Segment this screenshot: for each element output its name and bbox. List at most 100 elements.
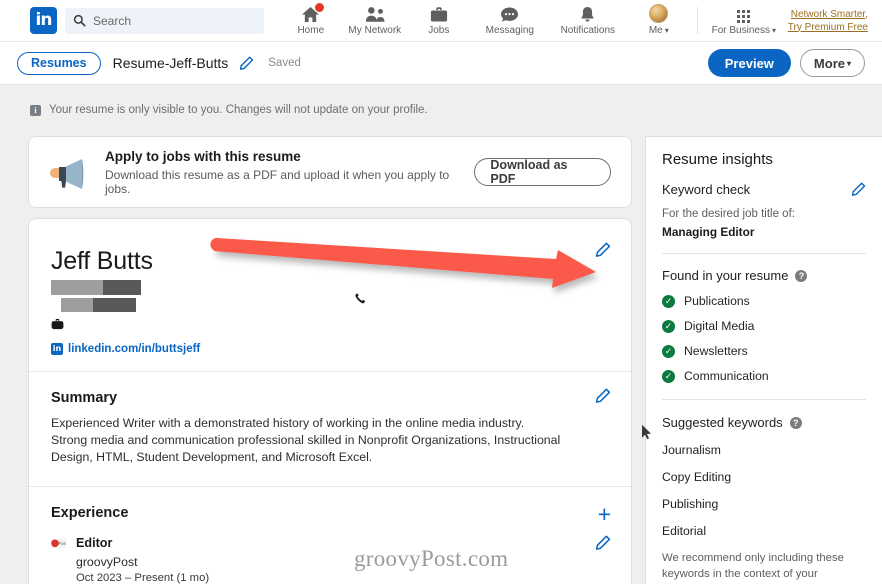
redacted-contact-line-1 <box>51 280 609 295</box>
premium-line-1: Network Smarter, <box>790 8 868 20</box>
nav-label-for-business: For Business ▾ <box>712 25 776 36</box>
experience-item-company: groovyPost <box>76 555 138 569</box>
suggested-keyword-item[interactable]: Editorial <box>662 524 866 538</box>
desired-job-title-value: Managing Editor <box>662 225 755 239</box>
keyword-check-label: Keyword check <box>662 182 751 197</box>
nav-label-me-text: Me <box>648 25 663 36</box>
groovypost-logo-icon: Post <box>51 536 68 551</box>
mouse-pointer-icon <box>641 424 652 445</box>
found-in-resume-label: Found in your resume <box>662 268 789 283</box>
suggested-keywords-note: We recommend only including these keywor… <box>662 552 844 580</box>
nav-item-me[interactable]: Me ▾ <box>627 0 691 42</box>
check-circle-icon: ✓ <box>662 344 675 358</box>
resume-contact-row <box>51 318 609 334</box>
edit-keyword-check-pencil-icon[interactable] <box>851 182 866 197</box>
nav-item-for-business[interactable]: For Business ▾ <box>704 0 784 42</box>
suggested-keyword-item[interactable]: Journalism <box>662 443 866 457</box>
save-status-label: Saved <box>268 57 301 69</box>
home-icon <box>301 2 326 23</box>
found-keyword-row: ✓ Communication <box>662 369 866 383</box>
suggested-keyword-item[interactable]: Publishing <box>662 497 866 511</box>
messaging-icon <box>500 5 519 23</box>
privacy-notice-text: Your resume is only visible to you. Chan… <box>49 104 428 116</box>
insights-divider <box>662 253 866 254</box>
nav-item-jobs[interactable]: Jobs <box>407 0 471 42</box>
found-keyword-row: ✓ Digital Media <box>662 319 866 333</box>
redaction-block <box>93 298 136 312</box>
resume-summary-section: Summary Experienced Writer with a demons… <box>29 371 631 486</box>
found-keyword-row: ✓ Publications <box>662 294 866 308</box>
check-circle-icon: ✓ <box>662 319 675 333</box>
nav-label-for-business-text: For Business <box>711 25 770 36</box>
resumes-back-pill[interactable]: Resumes <box>17 51 101 75</box>
bell-icon <box>579 5 596 23</box>
edit-experience-pencil-icon[interactable] <box>595 535 611 551</box>
download-as-pdf-button[interactable]: Download as PDF <box>474 158 611 186</box>
resume-experience-section: Experience Post Editor groovyPost Oct 20… <box>29 486 631 584</box>
found-keyword-label: Newsletters <box>684 344 748 358</box>
briefcase-icon <box>430 5 448 23</box>
resume-insights-panel: Resume insights Keyword check For the de… <box>645 136 882 584</box>
linkedin-logo-icon[interactable]: in <box>30 7 57 34</box>
privacy-notice: i Your resume is only visible to you. Ch… <box>30 104 428 116</box>
info-icon: i <box>30 104 41 116</box>
nav-items-group: Home My Network Jobs Messaging Notificat… <box>279 0 882 42</box>
help-icon[interactable]: ? <box>795 269 808 282</box>
resume-file-title: Resume-Jeff-Butts <box>112 55 229 71</box>
edit-summary-pencil-icon[interactable] <box>595 388 611 404</box>
svg-text:Post: Post <box>58 541 66 546</box>
insights-panel-title: Resume insights <box>662 151 773 168</box>
insights-content: Resume insights Keyword check For the de… <box>646 137 882 584</box>
found-keyword-row: ✓ Newsletters <box>662 344 866 358</box>
linkedin-mini-icon: in <box>51 343 63 355</box>
experience-item-role: Editor <box>76 536 113 550</box>
chevron-down-icon: ▾ <box>664 26 669 35</box>
nav-item-home[interactable]: Home <box>279 0 343 42</box>
search-icon <box>73 14 86 27</box>
nav-label-notifications: Notifications <box>560 25 616 36</box>
redacted-contact-line-2 <box>61 298 609 313</box>
help-icon[interactable]: ? <box>789 416 802 429</box>
redaction-block <box>61 298 93 312</box>
chevron-down-icon: ▾ <box>846 58 851 68</box>
desired-job-title-label: For the desired job title of: <box>662 208 795 220</box>
home-notification-badge <box>314 2 326 13</box>
phone-icon <box>354 292 367 310</box>
resume-linkedin-url[interactable]: linkedin.com/in/buttsjeff <box>68 343 200 355</box>
try-premium-free-link[interactable]: Network Smarter, Try Premium Free <box>788 8 868 34</box>
search-input[interactable]: Search <box>65 7 264 34</box>
linkedin-resume-builder-screen: in Search Home My Network Jobs Messaging… <box>0 0 882 584</box>
experience-item-texts: Editor groovyPost Oct 2023 – Present (1 … <box>76 534 209 584</box>
check-circle-icon: ✓ <box>662 294 675 308</box>
found-keyword-label: Publications <box>684 294 750 308</box>
redaction-block <box>51 280 103 295</box>
resume-person-name: Jeff Butts <box>51 247 153 275</box>
found-keyword-label: Digital Media <box>684 319 755 333</box>
summary-section-title: Summary <box>51 390 118 406</box>
edit-resume-header-pencil-icon[interactable] <box>595 242 611 258</box>
keyword-check-header: Keyword check <box>662 182 866 197</box>
more-button-label: More <box>813 55 845 71</box>
search-placeholder: Search <box>93 13 132 28</box>
suggested-keywords-header: Suggested keywords ? <box>662 415 866 430</box>
apply-card-title: Apply to jobs with this resume <box>105 148 301 164</box>
edit-resume-title-pencil-icon[interactable] <box>239 56 254 71</box>
nav-item-my-network[interactable]: My Network <box>343 0 407 42</box>
nav-label-home: Home <box>297 25 325 36</box>
more-button[interactable]: More ▾ <box>799 49 865 77</box>
preview-button[interactable]: Preview <box>707 49 791 77</box>
nav-item-messaging[interactable]: Messaging <box>471 0 549 42</box>
nav-divider <box>696 7 698 34</box>
megaphone-icon <box>49 155 93 189</box>
found-keyword-label: Communication <box>684 369 769 383</box>
add-experience-button[interactable]: + <box>598 503 611 526</box>
avatar <box>649 4 669 23</box>
chevron-down-icon: ▾ <box>771 26 776 35</box>
my-network-icon <box>365 5 385 23</box>
redaction-block <box>103 280 141 295</box>
nav-label-messaging: Messaging <box>485 25 534 36</box>
summary-section-body: Experienced Writer with a demonstrated h… <box>51 416 561 464</box>
suggested-keyword-item[interactable]: Copy Editing <box>662 470 866 484</box>
suggested-keywords-label: Suggested keywords <box>662 415 783 430</box>
nav-item-notifications[interactable]: Notifications <box>549 0 627 42</box>
